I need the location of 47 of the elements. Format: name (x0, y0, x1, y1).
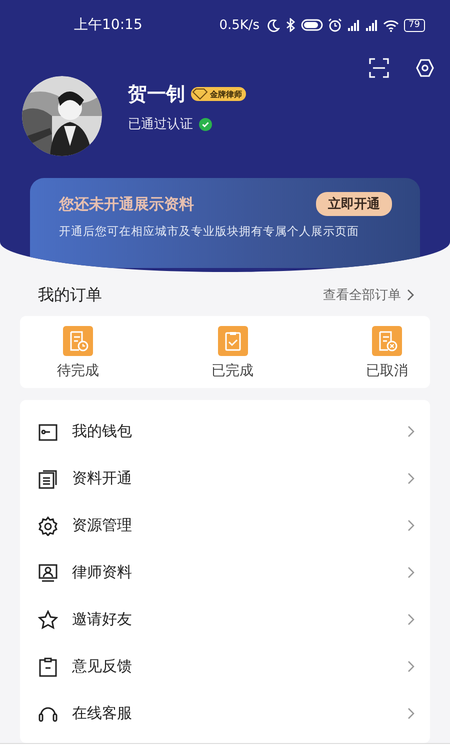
settings-icon[interactable] (415, 58, 435, 78)
bluetooth-icon (284, 18, 296, 32)
menu-item[interactable]: 在线客服 (20, 690, 430, 737)
signal-icon (346, 18, 360, 32)
profile-card-icon (38, 562, 58, 582)
wifi-icon (382, 18, 399, 32)
network-speed: 0.5K/s (219, 18, 260, 32)
menu-item[interactable]: 意见反馈 (20, 643, 430, 690)
chevron-icon (407, 425, 415, 438)
verified-text: 已通过认证 (128, 116, 193, 133)
chevron-icon (407, 519, 415, 532)
menu-item[interactable]: 资料开通 (20, 455, 430, 502)
order-status-item[interactable]: 已取消 (366, 326, 408, 380)
wallet-icon (38, 422, 58, 442)
activate-button[interactable]: 立即开通 (316, 192, 392, 216)
battery-indicator: 79 (404, 18, 425, 32)
clipboard-icon (38, 656, 58, 676)
menu-item[interactable]: 邀请好友 (20, 596, 430, 643)
document-icon (38, 468, 58, 488)
order-status-item[interactable]: 已完成 (212, 326, 254, 380)
user-name: 贺一钊 (128, 82, 185, 107)
promo-title: 您还未开通展示资料 (59, 194, 194, 214)
star-icon (38, 610, 58, 630)
badge-label: 金牌律师 (210, 88, 242, 100)
scan-icon[interactable] (369, 58, 389, 78)
order-status-item[interactable]: 待完成 (57, 326, 99, 380)
chevron-icon (407, 660, 415, 673)
chevron-icon (407, 472, 415, 485)
signal-icon (364, 18, 378, 32)
chevron-icon (407, 566, 415, 579)
clipboard-check-icon (218, 326, 248, 356)
alarm-icon (328, 18, 342, 32)
chevron-icon (407, 707, 415, 720)
menu-item[interactable]: 我的钱包 (20, 408, 430, 455)
clock-document-icon (63, 326, 93, 356)
status-time: 上午10:15 (74, 16, 142, 34)
menu-item[interactable]: 资源管理 (20, 502, 430, 549)
section-title: 我的订单 (38, 284, 102, 306)
menu-item[interactable]: 律师资料 (20, 549, 430, 596)
view-all-link[interactable]: 查看全部订单 (323, 286, 414, 304)
chevron-icon (407, 613, 415, 626)
gear-icon (38, 516, 58, 536)
cancel-document-icon (372, 326, 402, 356)
toggle-icon (300, 19, 323, 31)
promo-description: 开通后您可在相应城市及专业版块拥有专属个人展示页面 (59, 224, 360, 239)
moon-icon (266, 18, 280, 32)
chevron-icon (406, 289, 414, 301)
